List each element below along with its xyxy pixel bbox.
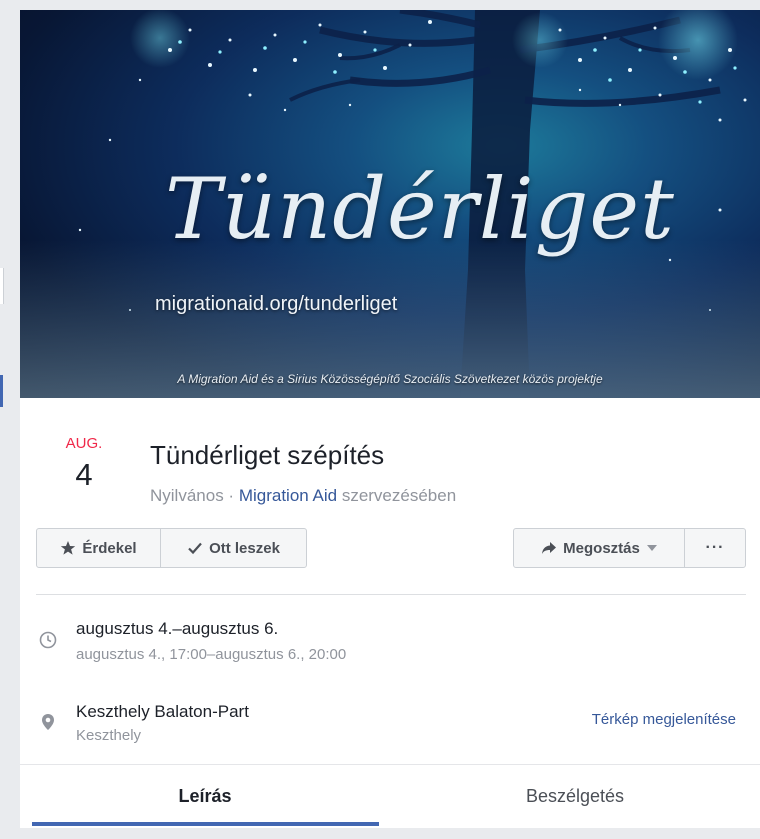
- section-divider: [36, 594, 746, 595]
- going-button[interactable]: Ott leszek: [160, 528, 307, 568]
- event-organizer-suffix: szervezésében: [337, 486, 457, 505]
- event-card: Tündérliget migrationaid.org/tunderliget…: [20, 10, 760, 828]
- page-left-edge: [0, 0, 20, 839]
- cover-url: migrationaid.org/tunderliget: [155, 293, 398, 315]
- interested-button[interactable]: Érdekel: [36, 528, 161, 568]
- location-pin-icon: [39, 713, 57, 731]
- star-icon: [60, 540, 76, 556]
- cover-title: Tündérliget: [165, 160, 675, 258]
- event-title: Tündérliget szépítés: [150, 440, 385, 470]
- event-location[interactable]: Keszthely Balaton-Part: [76, 702, 249, 722]
- event-date-range[interactable]: augusztus 4.–augusztus 6.: [76, 619, 278, 639]
- event-month: AUG.: [65, 435, 103, 452]
- event-separator: ·: [223, 486, 239, 505]
- going-label: Ott leszek: [209, 539, 280, 557]
- tab-discussion[interactable]: Beszélgetés: [390, 765, 760, 828]
- more-options-button[interactable]: ···: [684, 528, 746, 568]
- share-label: Megosztás: [563, 539, 640, 557]
- event-city: Keszthely: [76, 727, 142, 744]
- share-button[interactable]: Megosztás: [513, 528, 685, 568]
- event-subtitle: Nyilvános · Migration Aid szervezésében: [150, 486, 456, 506]
- event-privacy: Nyilvános: [150, 486, 224, 505]
- edge-active-marker: [0, 375, 3, 407]
- check-icon: [187, 540, 203, 556]
- tab-about[interactable]: Leírás: [20, 765, 390, 828]
- cover-photo[interactable]: Tündérliget migrationaid.org/tunderliget…: [20, 10, 760, 398]
- event-date-badge: AUG. 4: [54, 435, 114, 493]
- event-organizer-link[interactable]: Migration Aid: [239, 486, 337, 505]
- show-map-link[interactable]: Térkép megjelenítése: [592, 711, 736, 728]
- chevron-down-icon: [646, 545, 657, 551]
- share-arrow-icon: [541, 540, 557, 556]
- clock-icon: [39, 631, 57, 649]
- cover-caption: A Migration Aid és a Sirius Közösségépít…: [177, 372, 603, 386]
- active-tab-indicator: [32, 822, 379, 826]
- interested-label: Érdekel: [82, 539, 137, 557]
- event-time-range: augusztus 4., 17:00–augusztus 6., 20:00: [76, 646, 347, 663]
- edge-panel-marker: [0, 268, 4, 304]
- event-day: 4: [75, 457, 93, 492]
